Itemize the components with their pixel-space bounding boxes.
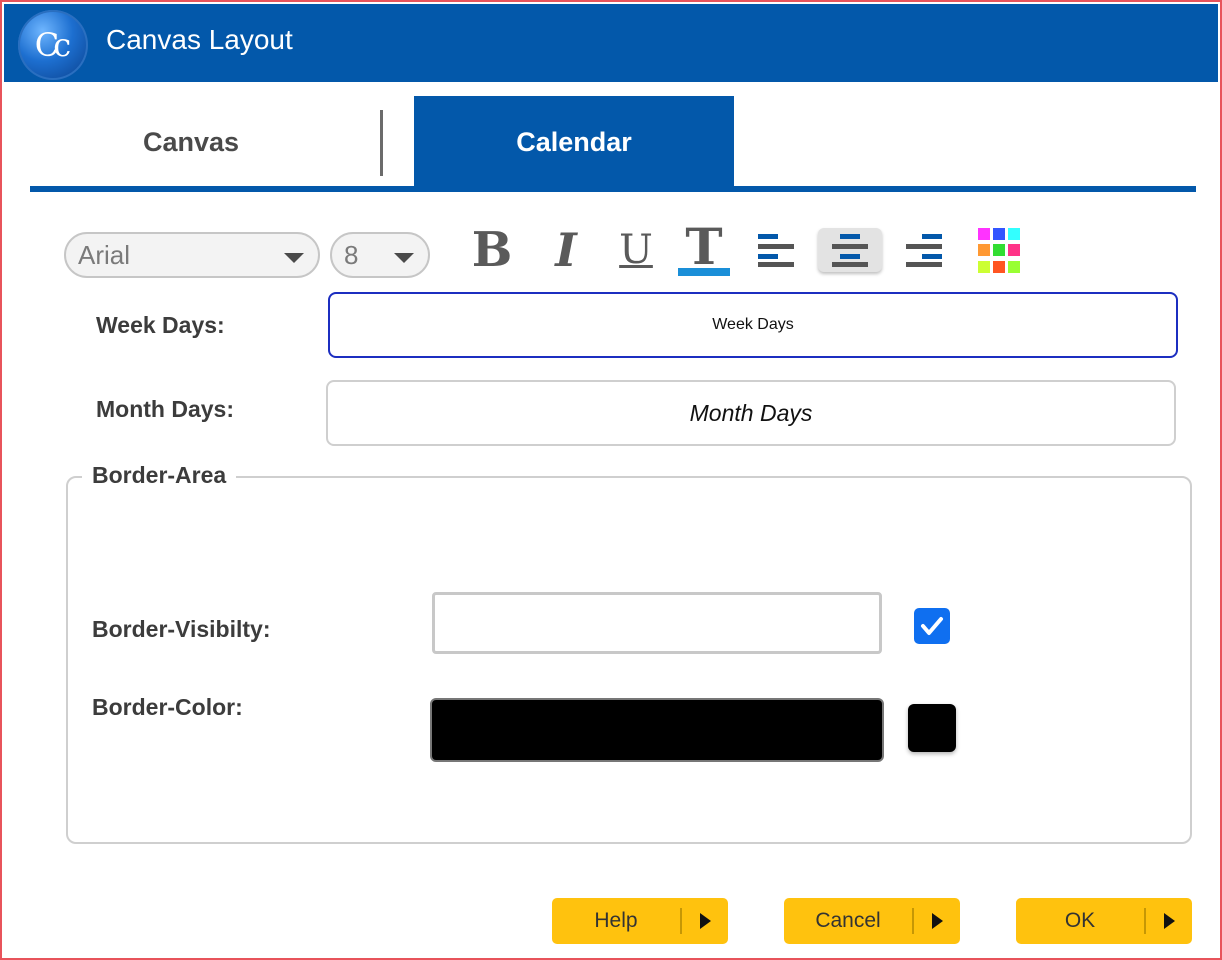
window-title: Canvas Layout <box>106 24 293 55</box>
italic-icon[interactable]: I <box>542 223 590 277</box>
border-color-label: Border-Color: <box>92 694 243 720</box>
play-arrow-icon <box>932 913 943 929</box>
ok-button[interactable]: OK <box>1016 898 1192 944</box>
border-color-swatch[interactable] <box>908 704 956 752</box>
border-visibility-checkbox[interactable] <box>914 608 950 644</box>
tab-underline <box>30 186 1196 192</box>
cancel-button-label: Cancel <box>815 909 881 932</box>
chevron-down-icon <box>394 253 414 263</box>
align-left-icon[interactable] <box>744 228 808 272</box>
week-days-field[interactable]: Week Days <box>328 292 1178 358</box>
color-palette-icon[interactable] <box>978 228 1024 274</box>
chevron-down-icon <box>284 253 304 263</box>
font-size-value: 8 <box>344 239 359 270</box>
font-size-select[interactable]: 8 <box>330 232 430 278</box>
week-days-label: Week Days: <box>96 312 225 338</box>
font-family-value: Arial <box>78 239 131 270</box>
border-visibility-field[interactable] <box>432 592 882 654</box>
tab-calendar[interactable]: Calendar <box>414 96 734 188</box>
border-color-field[interactable] <box>430 698 884 762</box>
align-right-icon[interactable] <box>892 228 956 272</box>
ok-button-label: OK <box>1064 909 1096 932</box>
border-area-group <box>66 476 1192 844</box>
help-button[interactable]: Help <box>552 898 728 944</box>
tab-separator <box>380 110 383 176</box>
text-color-icon[interactable]: T <box>678 217 730 276</box>
button-divider <box>912 908 914 934</box>
month-days-label: Month Days: <box>96 396 234 422</box>
checkmark-icon <box>921 617 943 635</box>
play-arrow-icon <box>1164 913 1175 929</box>
app-logo-icon: Cc <box>18 10 88 80</box>
border-area-legend: Border-Area <box>82 462 237 489</box>
cancel-button[interactable]: Cancel <box>784 898 960 944</box>
underline-icon[interactable]: U <box>612 224 660 276</box>
logo-text: Cc <box>34 26 71 64</box>
help-button-label: Help <box>594 909 638 932</box>
tab-canvas[interactable]: Canvas <box>30 96 352 188</box>
button-divider <box>1144 908 1146 934</box>
title-bar: Cc Canvas Layout <box>4 4 1218 82</box>
play-arrow-icon <box>700 913 711 929</box>
align-center-icon[interactable] <box>818 228 882 272</box>
bold-icon[interactable]: B <box>468 222 516 278</box>
button-divider <box>680 908 682 934</box>
font-family-select[interactable]: Arial <box>64 232 320 278</box>
canvas-layout-dialog: Cc Canvas Layout Canvas Calendar Arial 8… <box>0 0 1222 960</box>
month-days-field[interactable]: Month Days <box>326 380 1176 446</box>
border-visibility-label: Border-Visibilty: <box>92 616 271 642</box>
